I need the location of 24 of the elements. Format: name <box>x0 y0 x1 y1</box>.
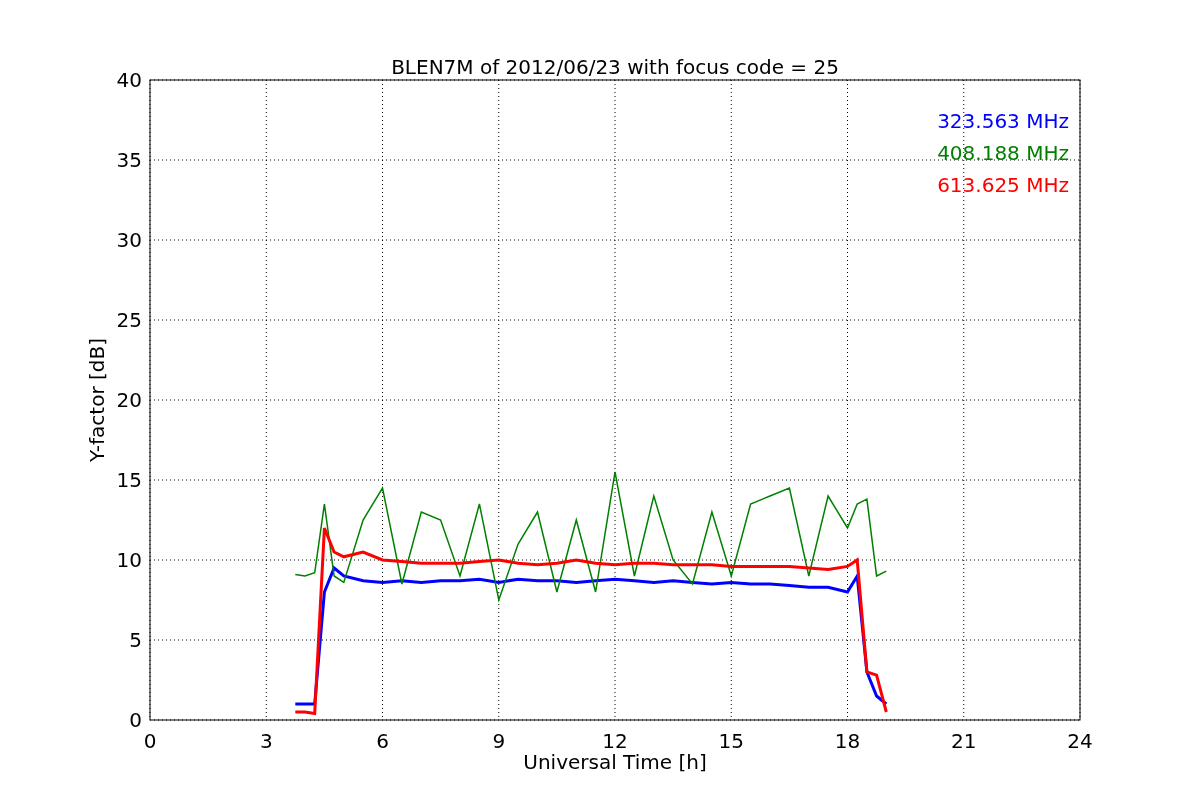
tick-label: 9 <box>492 729 506 753</box>
tick-label: 10 <box>116 548 142 572</box>
tick-label: 20 <box>116 388 142 412</box>
tick-label: 24 <box>1067 729 1093 753</box>
tick-label: 15 <box>116 468 142 492</box>
tick-label: 15 <box>718 729 744 753</box>
axis-label: Y-factor [dB] <box>85 338 109 462</box>
tick-label: 21 <box>951 729 977 753</box>
tick-label: 3 <box>259 729 273 753</box>
tick-label: 5 <box>129 628 142 652</box>
chart-title: BLEN7M of 2012/06/23 with focus code = 25 <box>391 55 839 79</box>
tick-label: 0 <box>143 729 157 753</box>
tick-label: 25 <box>116 308 142 332</box>
legend-label: 613.625 MHz <box>937 173 1069 197</box>
legend-label: 408.188 MHz <box>937 141 1069 165</box>
tick-label: 35 <box>116 148 142 172</box>
tick-label: 18 <box>834 729 861 753</box>
tick-label: 6 <box>376 729 389 753</box>
tick-label: 30 <box>116 228 142 252</box>
tick-label: 0 <box>129 708 142 732</box>
tick-label: 12 <box>602 729 628 753</box>
legend-label: 323.563 MHz <box>937 109 1069 133</box>
axis-label: Universal Time [h] <box>523 750 707 774</box>
tick-label: 40 <box>116 68 142 92</box>
